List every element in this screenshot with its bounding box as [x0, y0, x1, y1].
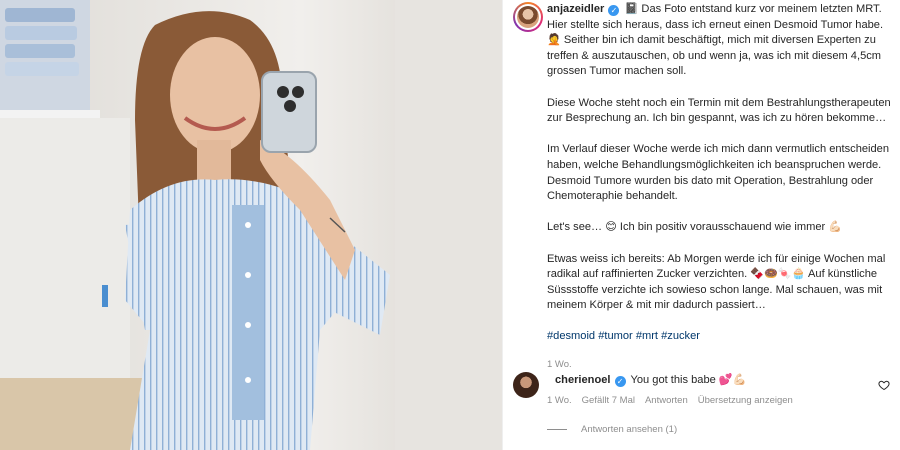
post-username[interactable]: anjazeidler: [547, 3, 604, 15]
comment-age[interactable]: 1 Wo.: [547, 395, 572, 406]
view-replies[interactable]: Antworten ansehen (1): [547, 424, 677, 435]
comment-likes[interactable]: Gefällt 7 Mal: [582, 395, 635, 406]
view-replies-label[interactable]: Antworten ansehen (1): [581, 424, 677, 435]
post-detail-panel: anjazeidler ✓ 📓 Das Foto entstand kurz v…: [502, 0, 900, 450]
translate-button[interactable]: Übersetzung anzeigen: [698, 395, 793, 406]
avatar: [517, 6, 539, 28]
story-ring: [513, 2, 543, 32]
mirror-selfie-illustration: [0, 0, 502, 450]
post-author-avatar[interactable]: [513, 2, 543, 32]
caption-paragraph-3: Im Verlauf dieser Woche werde ich mich d…: [547, 143, 890, 203]
hashtags: #desmoid #tumor #mrt #zucker: [547, 329, 892, 345]
comment-avatar[interactable]: [513, 372, 539, 398]
heart-outline-icon[interactable]: [878, 379, 890, 391]
caption-paragraph-5: Etwas weiss ich bereits: Ab Morgen werde…: [547, 252, 886, 312]
caption-paragraph-1: anjazeidler ✓ 📓 Das Foto entstand kurz v…: [547, 2, 892, 80]
hashtag-link[interactable]: #mrt: [636, 330, 658, 342]
post-caption: anjazeidler ✓ 📓 Das Foto entstand kurz v…: [547, 2, 892, 372]
post-age[interactable]: 1 Wo.: [547, 357, 892, 373]
caption-paragraph-4: Let's see… 😊 Ich bin positiv vorausschau…: [547, 221, 843, 234]
hashtag-link[interactable]: #tumor: [598, 330, 633, 342]
hashtag-link[interactable]: #desmoid: [547, 330, 595, 342]
divider: [547, 429, 567, 430]
verified-badge-icon: ✓: [608, 5, 620, 16]
comment-username[interactable]: cherienoel: [555, 374, 611, 386]
comment-text: You got this babe 💕💪🏻: [630, 374, 747, 386]
comment-actions: 1 Wo. Gefällt 7 Mal Antworten Übersetzun…: [547, 395, 793, 406]
reply-button[interactable]: Antworten: [645, 395, 688, 406]
post-photo[interactable]: [0, 0, 502, 450]
caption-paragraph-2: Diese Woche steht noch ein Termin mit de…: [547, 96, 891, 125]
verified-badge-icon: ✓: [614, 376, 626, 387]
hashtag-link[interactable]: #zucker: [661, 330, 700, 342]
